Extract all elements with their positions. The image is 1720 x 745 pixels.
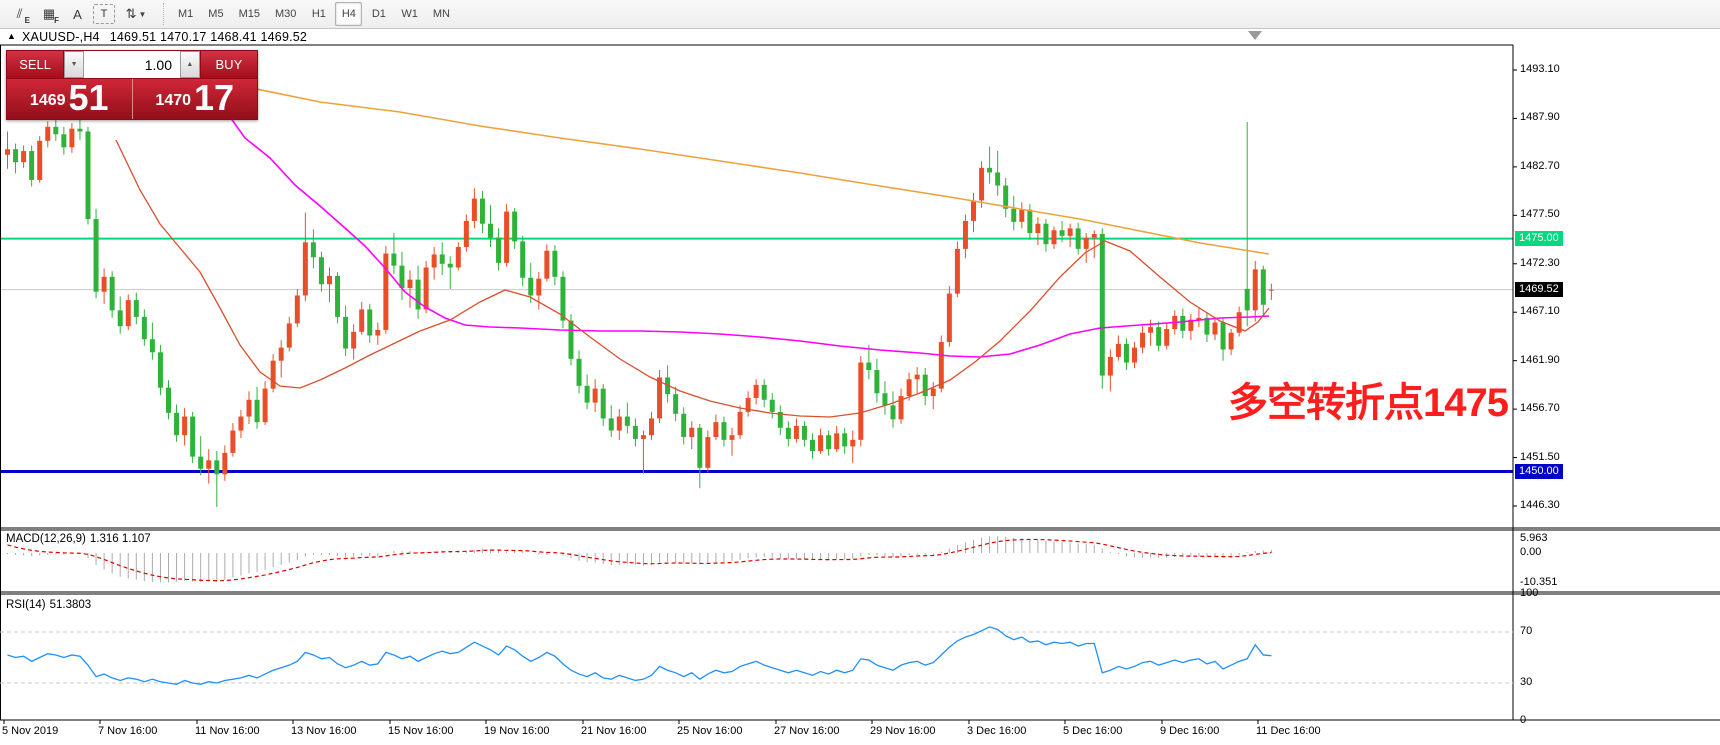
time-axis-label: 11 Nov 16:00 [195, 725, 260, 737]
collapse-trade-panel-icon[interactable]: ▲ [7, 31, 16, 41]
one-click-trading-panel: SELL ▼ ▲ BUY 1469 51 1470 17 [6, 50, 258, 120]
chart-header: ▲ XAUUSD-,H4 1469.51 1470.17 1468.41 1469… [0, 29, 1720, 45]
volume-input[interactable] [84, 51, 180, 78]
volume-decrease-button[interactable]: ▼ [64, 51, 84, 78]
buy-price-small: 1470 [155, 86, 191, 116]
chevron-down-icon: ▼ [138, 10, 146, 19]
macd-indicator-label: MACD(12,26,9) 1.316 1.107 [6, 533, 151, 545]
price-axis-label: 1472.30 [1520, 257, 1560, 269]
text-label-icon[interactable]: T [93, 4, 115, 24]
toolbar: ⫽E ▦F A T ⇅▼ M1M5M15M30H1H4D1W1MN [0, 0, 1720, 29]
mt4-window: ⫽E ▦F A T ⇅▼ M1M5M15M30H1H4D1W1MN ▲ XAUU… [0, 0, 1720, 745]
timeframe-button-mn[interactable]: MN [427, 2, 456, 26]
buy-button[interactable]: BUY [200, 51, 257, 78]
time-axis-label: 27 Nov 16:00 [774, 725, 839, 737]
rsi-axis-label: 30 [1520, 676, 1532, 688]
rsi-axis-label: 70 [1520, 625, 1532, 637]
timeframe-group: M1M5M15M30H1H4D1W1MN [172, 2, 459, 26]
fibonacci-icon[interactable]: ▦F [35, 2, 62, 26]
time-axis-label: 3 Dec 16:00 [967, 725, 1026, 737]
buy-price-display[interactable]: 1470 17 [133, 79, 258, 119]
sell-price-small: 1469 [30, 86, 66, 116]
current-price-badge: 1469.52 [1515, 282, 1563, 297]
time-axis-label: 5 Dec 16:00 [1063, 725, 1122, 737]
support-price-badge: 1450.00 [1515, 464, 1563, 479]
rsi-indicator-label: RSI(14) 51.3803 [6, 599, 91, 611]
price-axis-label: 1467.10 [1520, 305, 1560, 317]
time-axis-label: 9 Dec 16:00 [1160, 725, 1219, 737]
timeframe-button-m30[interactable]: M30 [269, 2, 302, 26]
buy-price-big: 17 [194, 80, 234, 116]
price-axis-label: 1493.10 [1520, 63, 1560, 75]
resistance-price-badge: 1475.00 [1515, 231, 1563, 246]
sell-button[interactable]: SELL [7, 51, 64, 78]
timeframe-button-w1[interactable]: W1 [395, 2, 424, 26]
time-axis-label: 25 Nov 16:00 [677, 725, 742, 737]
macd-axis-label: 0.00 [1520, 546, 1541, 558]
time-axis-label: 21 Nov 16:00 [581, 725, 646, 737]
timeframe-button-h1[interactable]: H1 [305, 2, 332, 26]
rsi-name: RSI(14) [6, 599, 46, 611]
timeframe-button-h4[interactable]: H4 [335, 2, 362, 26]
sell-price-big: 51 [69, 80, 109, 116]
price-axis-label: 1487.90 [1520, 111, 1560, 123]
equidistant-channel-icon[interactable]: ⫽E [6, 2, 33, 26]
time-axis-label: 5 Nov 2019 [2, 725, 58, 737]
time-axis-label: 19 Nov 16:00 [484, 725, 549, 737]
channel-glyph: ⫽ [17, 6, 23, 22]
price-axis-label: 1446.30 [1520, 499, 1560, 511]
channel-sub: E [25, 16, 30, 25]
volume-increase-button[interactable]: ▲ [180, 51, 200, 78]
chart-shift-marker[interactable] [1248, 31, 1262, 40]
time-axis-label: 11 Dec 16:00 [1256, 725, 1321, 737]
time-axis-label: 7 Nov 16:00 [98, 725, 157, 737]
ohlc-values: 1469.51 1470.17 1468.41 1469.52 [110, 30, 307, 44]
time-axis-label: 29 Nov 16:00 [870, 725, 935, 737]
price-axis-label: 1451.50 [1520, 451, 1560, 463]
rsi-axis-label: 0 [1520, 714, 1526, 726]
price-axis-label: 1482.70 [1520, 160, 1560, 172]
price-axis-label: 1477.50 [1520, 208, 1560, 220]
rsi-axis-label: 100 [1520, 587, 1538, 599]
timeframe-button-m15[interactable]: M15 [233, 2, 266, 26]
timeframe-button-m5[interactable]: M5 [202, 2, 229, 26]
chart-title: XAUUSD-,H4 1469.51 1470.17 1468.41 1469.5… [22, 30, 307, 44]
macd-axis-label: 5.963 [1520, 532, 1548, 544]
toolbar-separator [163, 3, 164, 25]
time-axis-label: 15 Nov 16:00 [388, 725, 453, 737]
timeframe-button-m1[interactable]: M1 [172, 2, 199, 26]
fibo-glyph: ▦ [43, 6, 54, 22]
symbol-label: XAUUSD-,H4 [22, 30, 100, 44]
rsi-current-value: 51.3803 [50, 599, 92, 611]
macd-axis-label: -10.351 [1520, 576, 1557, 588]
arrows-icon[interactable]: ⇅▼ [117, 2, 155, 26]
timeframe-button-d1[interactable]: D1 [365, 2, 392, 26]
time-axis-label: 13 Nov 16:00 [291, 725, 356, 737]
price-axis-label: 1456.70 [1520, 402, 1560, 414]
price-axis-label: 1461.90 [1520, 354, 1560, 366]
macd-name: MACD(12,26,9) [6, 533, 86, 545]
fibo-sub: F [54, 16, 59, 25]
macd-current-values: 1.316 1.107 [90, 533, 151, 545]
text-icon[interactable]: A [64, 2, 91, 26]
sell-price-display[interactable]: 1469 51 [7, 79, 133, 119]
chart-text-annotation: 多空转折点1475 [1228, 370, 1508, 428]
